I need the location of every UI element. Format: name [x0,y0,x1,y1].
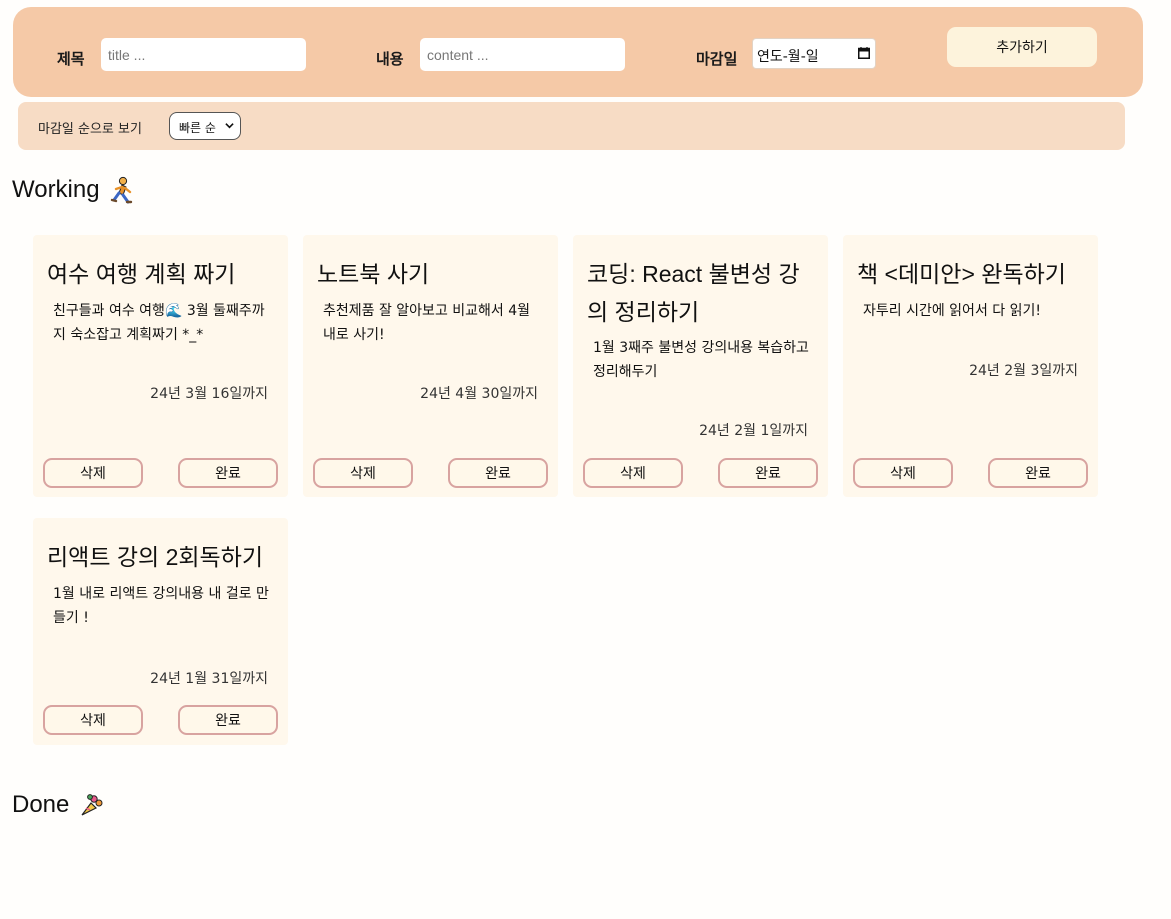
done-title: Done [12,791,70,818]
card-title: 코딩: React 불변성 강의 정리하기 [587,261,800,325]
delete-button[interactable]: 삭제 [583,458,683,488]
todo-card: 리액트 강의 2회독하기 1월 내로 리액트 강의내용 내 걸로 만들기 ! 2… [33,518,288,745]
card-deadline: 24년 3월 16일까지 [150,386,268,402]
card-deadline: 24년 2월 1일까지 [699,423,808,439]
title-input[interactable] [101,38,306,71]
done-heading: Done [12,791,105,819]
todo-card: 여수 여행 계획 짜기 친구들과 여수 여행🌊 3월 둘째주까지 숙소잡고 계획… [33,235,288,497]
complete-button[interactable]: 완료 [178,458,278,488]
card-title: 리액트 강의 2회독하기 [47,544,264,570]
runner-icon [110,176,132,204]
card-title: 노트북 사기 [317,261,430,287]
sort-selected-value: 빠른 순 [179,121,216,135]
complete-button[interactable]: 완료 [718,458,818,488]
card-body: 자투리 시간에 읽어서 다 읽기! [863,303,1041,319]
sort-bar: 마감일 순으로 보기 빠른 순 [18,102,1125,150]
card-title: 여수 여행 계획 짜기 [47,261,236,287]
delete-button[interactable]: 삭제 [313,458,413,488]
deadline-date-input[interactable]: 연도-월-일 [752,38,876,69]
card-body: 1월 3째주 불변성 강의내용 복습하고 정리해두기 [593,340,809,380]
card-body: 1월 내로 리액트 강의내용 내 걸로 만들기 ! [53,586,269,626]
chevron-down-icon [225,123,234,129]
complete-button[interactable]: 완료 [178,705,278,735]
card-deadline: 24년 1월 31일까지 [150,671,268,687]
deadline-label: 마감일 [696,50,738,68]
title-label: 제목 [57,50,85,68]
calendar-icon[interactable] [858,47,870,59]
sort-select[interactable]: 빠른 순 [169,112,241,140]
sort-label: 마감일 순으로 보기 [38,122,142,137]
card-title: 책 <데미안> 완독하기 [857,261,1066,287]
todo-form: 제목 내용 마감일 연도-월-일 추가하기 [13,7,1143,97]
todo-card: 책 <데미안> 완독하기 자투리 시간에 읽어서 다 읽기! 24년 2월 3일… [843,235,1098,497]
working-heading: Working [12,176,134,204]
complete-button[interactable]: 완료 [448,458,548,488]
delete-button[interactable]: 삭제 [853,458,953,488]
content-input[interactable] [420,38,625,71]
card-body: 친구들과 여수 여행🌊 3월 둘째주까지 숙소잡고 계획짜기 *_* [53,303,265,343]
card-body: 추천제품 잘 알아보고 비교해서 4월 내로 사기! [323,303,531,343]
delete-button[interactable]: 삭제 [43,458,143,488]
todo-card: 노트북 사기 추천제품 잘 알아보고 비교해서 4월 내로 사기! 24년 4월… [303,235,558,497]
bouquet-icon [81,794,103,816]
add-button[interactable]: 추가하기 [947,27,1097,67]
working-title: Working [12,176,100,203]
todo-card: 코딩: React 불변성 강의 정리하기 1월 3째주 불변성 강의내용 복습… [573,235,828,497]
delete-button[interactable]: 삭제 [43,705,143,735]
complete-button[interactable]: 완료 [988,458,1088,488]
card-deadline: 24년 4월 30일까지 [420,386,538,402]
date-value: 연도-월-일 [757,49,819,65]
content-label: 내용 [376,50,404,68]
card-deadline: 24년 2월 3일까지 [969,363,1078,379]
